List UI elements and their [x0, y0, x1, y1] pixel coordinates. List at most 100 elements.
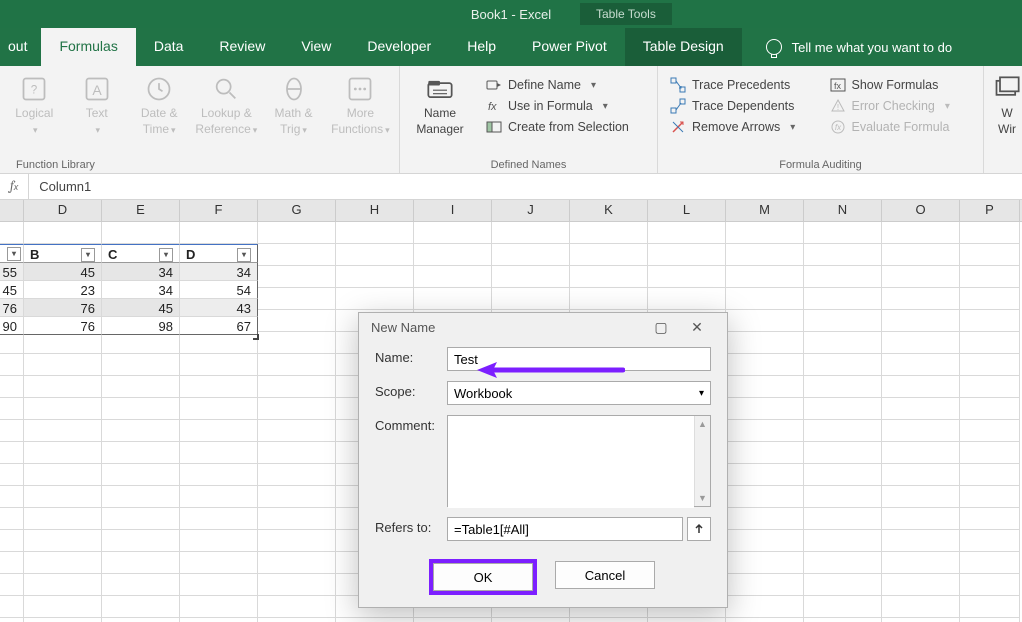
cell[interactable] [726, 354, 804, 376]
cell[interactable] [258, 552, 336, 574]
cell[interactable] [492, 266, 570, 288]
cell[interactable] [960, 442, 1020, 464]
cell[interactable] [726, 398, 804, 420]
cell[interactable] [882, 552, 960, 574]
cell[interactable] [180, 398, 258, 420]
cell[interactable] [336, 244, 414, 266]
cell[interactable] [726, 530, 804, 552]
cell[interactable] [726, 618, 804, 622]
table-cell[interactable]: 23 [24, 281, 102, 299]
cell[interactable] [336, 288, 414, 310]
col-F[interactable]: F [180, 200, 258, 221]
cell[interactable] [0, 486, 24, 508]
cell[interactable] [180, 354, 258, 376]
cell[interactable] [180, 332, 258, 354]
cell[interactable] [804, 508, 882, 530]
cell[interactable] [102, 596, 180, 618]
cell[interactable] [414, 244, 492, 266]
table-cell[interactable]: 34 [180, 263, 258, 281]
cell[interactable] [258, 398, 336, 420]
name-input[interactable] [447, 347, 711, 371]
cell[interactable] [258, 618, 336, 622]
cell[interactable] [258, 442, 336, 464]
cell[interactable] [180, 574, 258, 596]
cell[interactable] [180, 508, 258, 530]
text-button[interactable]: A Text [70, 72, 122, 156]
cell[interactable] [492, 288, 570, 310]
math-button[interactable]: Math & Trig [267, 72, 319, 156]
table-cell[interactable]: 34 [102, 281, 180, 299]
cell[interactable] [570, 618, 648, 622]
cell[interactable] [960, 420, 1020, 442]
cell[interactable] [24, 332, 102, 354]
cell[interactable] [804, 618, 882, 622]
cell[interactable] [258, 596, 336, 618]
cell[interactable] [258, 530, 336, 552]
table-resize-handle[interactable] [253, 334, 259, 340]
cell[interactable] [804, 332, 882, 354]
tab-data[interactable]: Data [136, 28, 202, 66]
cell[interactable] [882, 244, 960, 266]
cell[interactable] [804, 354, 882, 376]
cell[interactable] [0, 398, 24, 420]
cell[interactable] [804, 288, 882, 310]
table-cell[interactable]: 76 [0, 299, 24, 317]
cell[interactable] [726, 596, 804, 618]
filter-dropdown-icon[interactable]: ▾ [159, 248, 173, 262]
cell[interactable] [180, 376, 258, 398]
cell[interactable] [726, 288, 804, 310]
cell[interactable] [804, 464, 882, 486]
cell[interactable] [960, 574, 1020, 596]
cell[interactable] [0, 530, 24, 552]
cell[interactable] [882, 332, 960, 354]
table-header-B[interactable]: B▾ [24, 244, 102, 263]
cell[interactable] [726, 310, 804, 332]
cell[interactable] [804, 552, 882, 574]
table-cell[interactable]: 54 [180, 281, 258, 299]
cell[interactable] [258, 288, 336, 310]
cell[interactable] [24, 354, 102, 376]
cell[interactable] [24, 530, 102, 552]
cell[interactable] [804, 310, 882, 332]
cell[interactable] [960, 244, 1020, 266]
cell[interactable] [258, 574, 336, 596]
cell[interactable] [492, 618, 570, 622]
close-button[interactable]: ✕ [679, 319, 715, 336]
tab-review[interactable]: Review [201, 28, 283, 66]
filter-dropdown-icon[interactable]: ▾ [7, 247, 21, 261]
col-E[interactable]: E [102, 200, 180, 221]
scrollbar[interactable]: ▲▼ [694, 416, 710, 506]
cell[interactable] [882, 266, 960, 288]
tell-me[interactable]: Tell me what you want to do [766, 28, 952, 66]
tab-view[interactable]: View [283, 28, 349, 66]
cell[interactable] [258, 508, 336, 530]
cell[interactable] [0, 222, 24, 244]
cell[interactable] [960, 486, 1020, 508]
cell[interactable] [24, 618, 102, 622]
col-N[interactable]: N [804, 200, 882, 221]
table-cell[interactable]: 67 [180, 317, 258, 335]
cell[interactable] [0, 442, 24, 464]
cell[interactable] [648, 618, 726, 622]
cell[interactable] [726, 574, 804, 596]
cell[interactable] [960, 354, 1020, 376]
cell[interactable] [726, 442, 804, 464]
cell[interactable] [960, 266, 1020, 288]
cell[interactable] [726, 486, 804, 508]
cell[interactable] [24, 376, 102, 398]
cell[interactable] [180, 420, 258, 442]
cell[interactable] [960, 332, 1020, 354]
datetime-button[interactable]: Date & Time [133, 72, 185, 156]
cell[interactable] [804, 266, 882, 288]
cell[interactable] [648, 266, 726, 288]
cell[interactable] [648, 222, 726, 244]
cell[interactable] [804, 420, 882, 442]
cell[interactable] [804, 530, 882, 552]
cell[interactable] [726, 332, 804, 354]
cell[interactable] [726, 420, 804, 442]
cell[interactable] [882, 222, 960, 244]
cell[interactable] [102, 464, 180, 486]
col-K[interactable]: K [570, 200, 648, 221]
cell[interactable] [726, 552, 804, 574]
cell[interactable] [882, 398, 960, 420]
